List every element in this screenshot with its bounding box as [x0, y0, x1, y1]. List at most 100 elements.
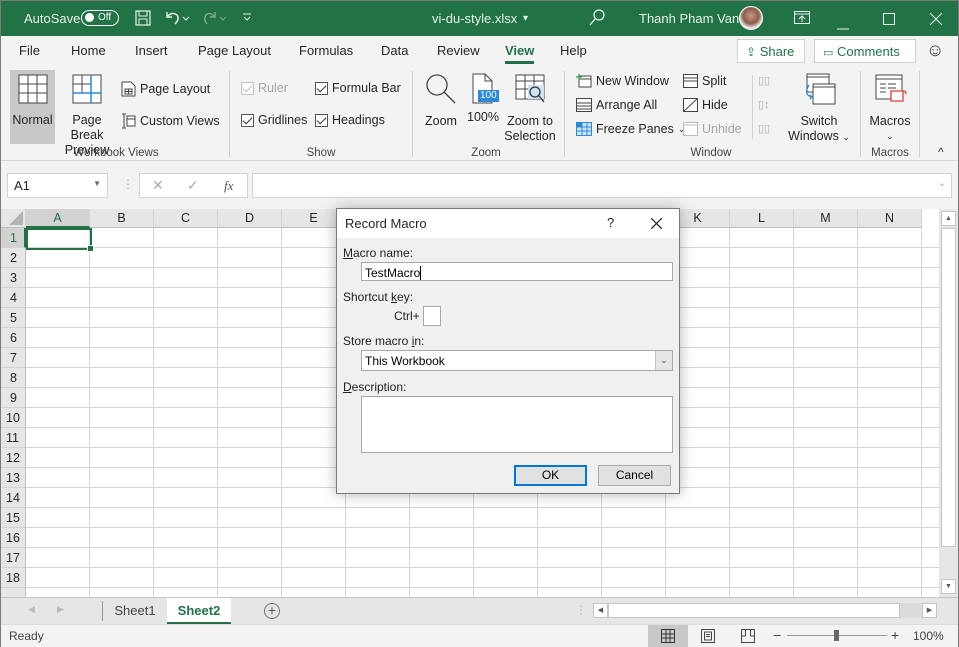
tab-help[interactable]: Help	[560, 43, 587, 58]
ok-button[interactable]: OK	[514, 465, 587, 486]
row-header-5[interactable]: 5	[1, 308, 26, 328]
cancel-button[interactable]: Cancel	[598, 465, 671, 486]
tab-view[interactable]: View	[505, 43, 535, 64]
name-box[interactable]: A1 ▼	[7, 173, 108, 198]
row-header-16[interactable]: 16	[1, 528, 26, 548]
save-icon[interactable]	[135, 10, 151, 30]
store-macro-select[interactable]: This Workbook ⌄	[361, 350, 673, 371]
row-header-2[interactable]: 2	[1, 248, 26, 268]
minimize-icon[interactable]	[837, 17, 849, 34]
formula-bar-checkbox[interactable]: Formula Bar	[315, 81, 401, 95]
column-header-a[interactable]: A	[26, 209, 90, 228]
row-header-12[interactable]: 12	[1, 448, 26, 468]
row-header-15[interactable]: 15	[1, 508, 26, 528]
zoom-button[interactable]: Zoom	[421, 70, 461, 144]
horizontal-scroll-track[interactable]	[900, 603, 922, 618]
headings-checkbox[interactable]: Headings	[315, 113, 385, 127]
zoom-slider-thumb[interactable]	[834, 630, 839, 641]
column-header-l[interactable]: L	[730, 209, 794, 228]
column-header-n[interactable]: N	[858, 209, 922, 228]
row-header-7[interactable]: 7	[1, 348, 26, 368]
row-header-1[interactable]: 1	[1, 228, 26, 248]
shortcut-key-input[interactable]	[423, 306, 441, 326]
scroll-down-icon[interactable]: ▼	[941, 579, 956, 594]
dialog-close-icon[interactable]	[651, 218, 662, 229]
feedback-smiley-icon[interactable]: ☺	[926, 40, 944, 61]
custom-views-button[interactable]: Custom Views	[121, 113, 220, 129]
scroll-left-icon[interactable]: ◀	[593, 603, 608, 618]
row-header-11[interactable]: 11	[1, 428, 26, 448]
row-header-8[interactable]: 8	[1, 368, 26, 388]
gridlines-checkbox[interactable]: Gridlines	[241, 113, 307, 127]
formula-bar-grip-icon[interactable]: ⋮	[122, 177, 134, 191]
tab-file[interactable]: File	[19, 43, 40, 58]
new-window-button[interactable]: New Window	[576, 74, 669, 88]
row-header-partial[interactable]	[1, 588, 26, 597]
vertical-scrollbar[interactable]: ▲ ▼	[939, 209, 958, 597]
page-break-preview-button[interactable]: Page Break Preview	[57, 70, 117, 157]
select-all-corner[interactable]	[1, 209, 26, 228]
normal-view-status-button[interactable]	[648, 625, 688, 647]
zoom-percent[interactable]: 100%	[913, 629, 944, 643]
arrange-all-button[interactable]: Arrange All	[576, 98, 657, 112]
insert-function-icon[interactable]: fx	[224, 178, 233, 194]
autosave-toggle[interactable]: Off	[81, 10, 119, 26]
split-button[interactable]: Split	[683, 74, 726, 88]
column-header-b[interactable]: B	[90, 209, 154, 228]
redo-icon[interactable]	[201, 9, 227, 31]
synchronous-scrolling-icon[interactable]: ▯↕	[758, 98, 770, 111]
file-name[interactable]: vi-du-style.xlsx	[432, 11, 517, 26]
tab-page-layout[interactable]: Page Layout	[198, 43, 271, 58]
tab-insert[interactable]: Insert	[135, 43, 168, 58]
ruler-checkbox[interactable]: Ruler	[241, 81, 288, 95]
prev-sheet-icon[interactable]: ◀	[28, 604, 35, 615]
freeze-panes-button[interactable]: Freeze Panes ⌄	[576, 122, 685, 136]
enter-icon[interactable]: ✓	[187, 177, 199, 194]
tab-formulas[interactable]: Formulas	[299, 43, 353, 58]
description-textarea[interactable]	[361, 396, 673, 453]
tab-home[interactable]: Home	[71, 43, 106, 58]
formula-input[interactable]: ⌄	[252, 173, 952, 198]
row-header-6[interactable]: 6	[1, 328, 26, 348]
maximize-icon[interactable]	[883, 12, 895, 29]
column-header-d[interactable]: D	[218, 209, 282, 228]
column-header-m[interactable]: M	[794, 209, 858, 228]
zoom-100-button[interactable]: 100 100%	[465, 70, 501, 144]
row-header-13[interactable]: 13	[1, 468, 26, 488]
tab-review[interactable]: Review	[437, 43, 480, 58]
row-header-9[interactable]: 9	[1, 388, 26, 408]
macros-button[interactable]: Macros ⌄	[867, 70, 913, 144]
hide-button[interactable]: Hide	[683, 98, 728, 112]
switch-windows-button[interactable]: Switch Windows ⌄	[783, 70, 855, 144]
tab-data[interactable]: Data	[381, 43, 408, 58]
zoom-in-icon[interactable]: +	[891, 627, 899, 643]
tab-split-grip-icon[interactable]: ⋮	[575, 603, 587, 617]
cancel-entry-icon[interactable]: ✕	[152, 177, 164, 194]
page-layout-status-icon[interactable]	[701, 629, 715, 643]
sheet-tab-sheet2[interactable]: Sheet2	[167, 598, 231, 624]
close-icon[interactable]	[929, 12, 943, 29]
unhide-button[interactable]: Unhide	[683, 122, 742, 136]
filename-dropdown-icon[interactable]: ▾	[523, 13, 528, 24]
normal-view-button[interactable]: Normal	[10, 70, 55, 144]
store-macro-dropdown-icon[interactable]: ⌄	[655, 351, 672, 370]
row-header-3[interactable]: 3	[1, 268, 26, 288]
help-button[interactable]: ?	[607, 215, 614, 230]
ribbon-display-options-icon[interactable]	[794, 11, 810, 28]
name-box-dropdown-icon[interactable]: ▼	[93, 179, 101, 188]
row-header-18[interactable]: 18	[1, 568, 26, 588]
horizontal-scroll-thumb[interactable]	[608, 603, 900, 618]
row-header-14[interactable]: 14	[1, 488, 26, 508]
customize-qat-icon[interactable]	[242, 10, 252, 28]
search-icon[interactable]	[589, 9, 605, 31]
row-header-4[interactable]: 4	[1, 288, 26, 308]
zoom-out-icon[interactable]: −	[773, 627, 781, 643]
scroll-right-icon[interactable]: ▶	[922, 603, 937, 618]
comments-button[interactable]: ▭ Comments	[814, 39, 916, 63]
view-side-by-side-icon[interactable]: ▯▯	[758, 74, 770, 87]
avatar[interactable]	[739, 6, 763, 30]
zoom-to-selection-button[interactable]: Zoom to Selection	[503, 70, 557, 144]
expand-formula-bar-icon[interactable]: ⌄	[938, 178, 946, 189]
collapse-ribbon-icon[interactable]: ^	[938, 145, 944, 159]
reset-window-position-icon[interactable]: ▯▯	[758, 122, 770, 135]
